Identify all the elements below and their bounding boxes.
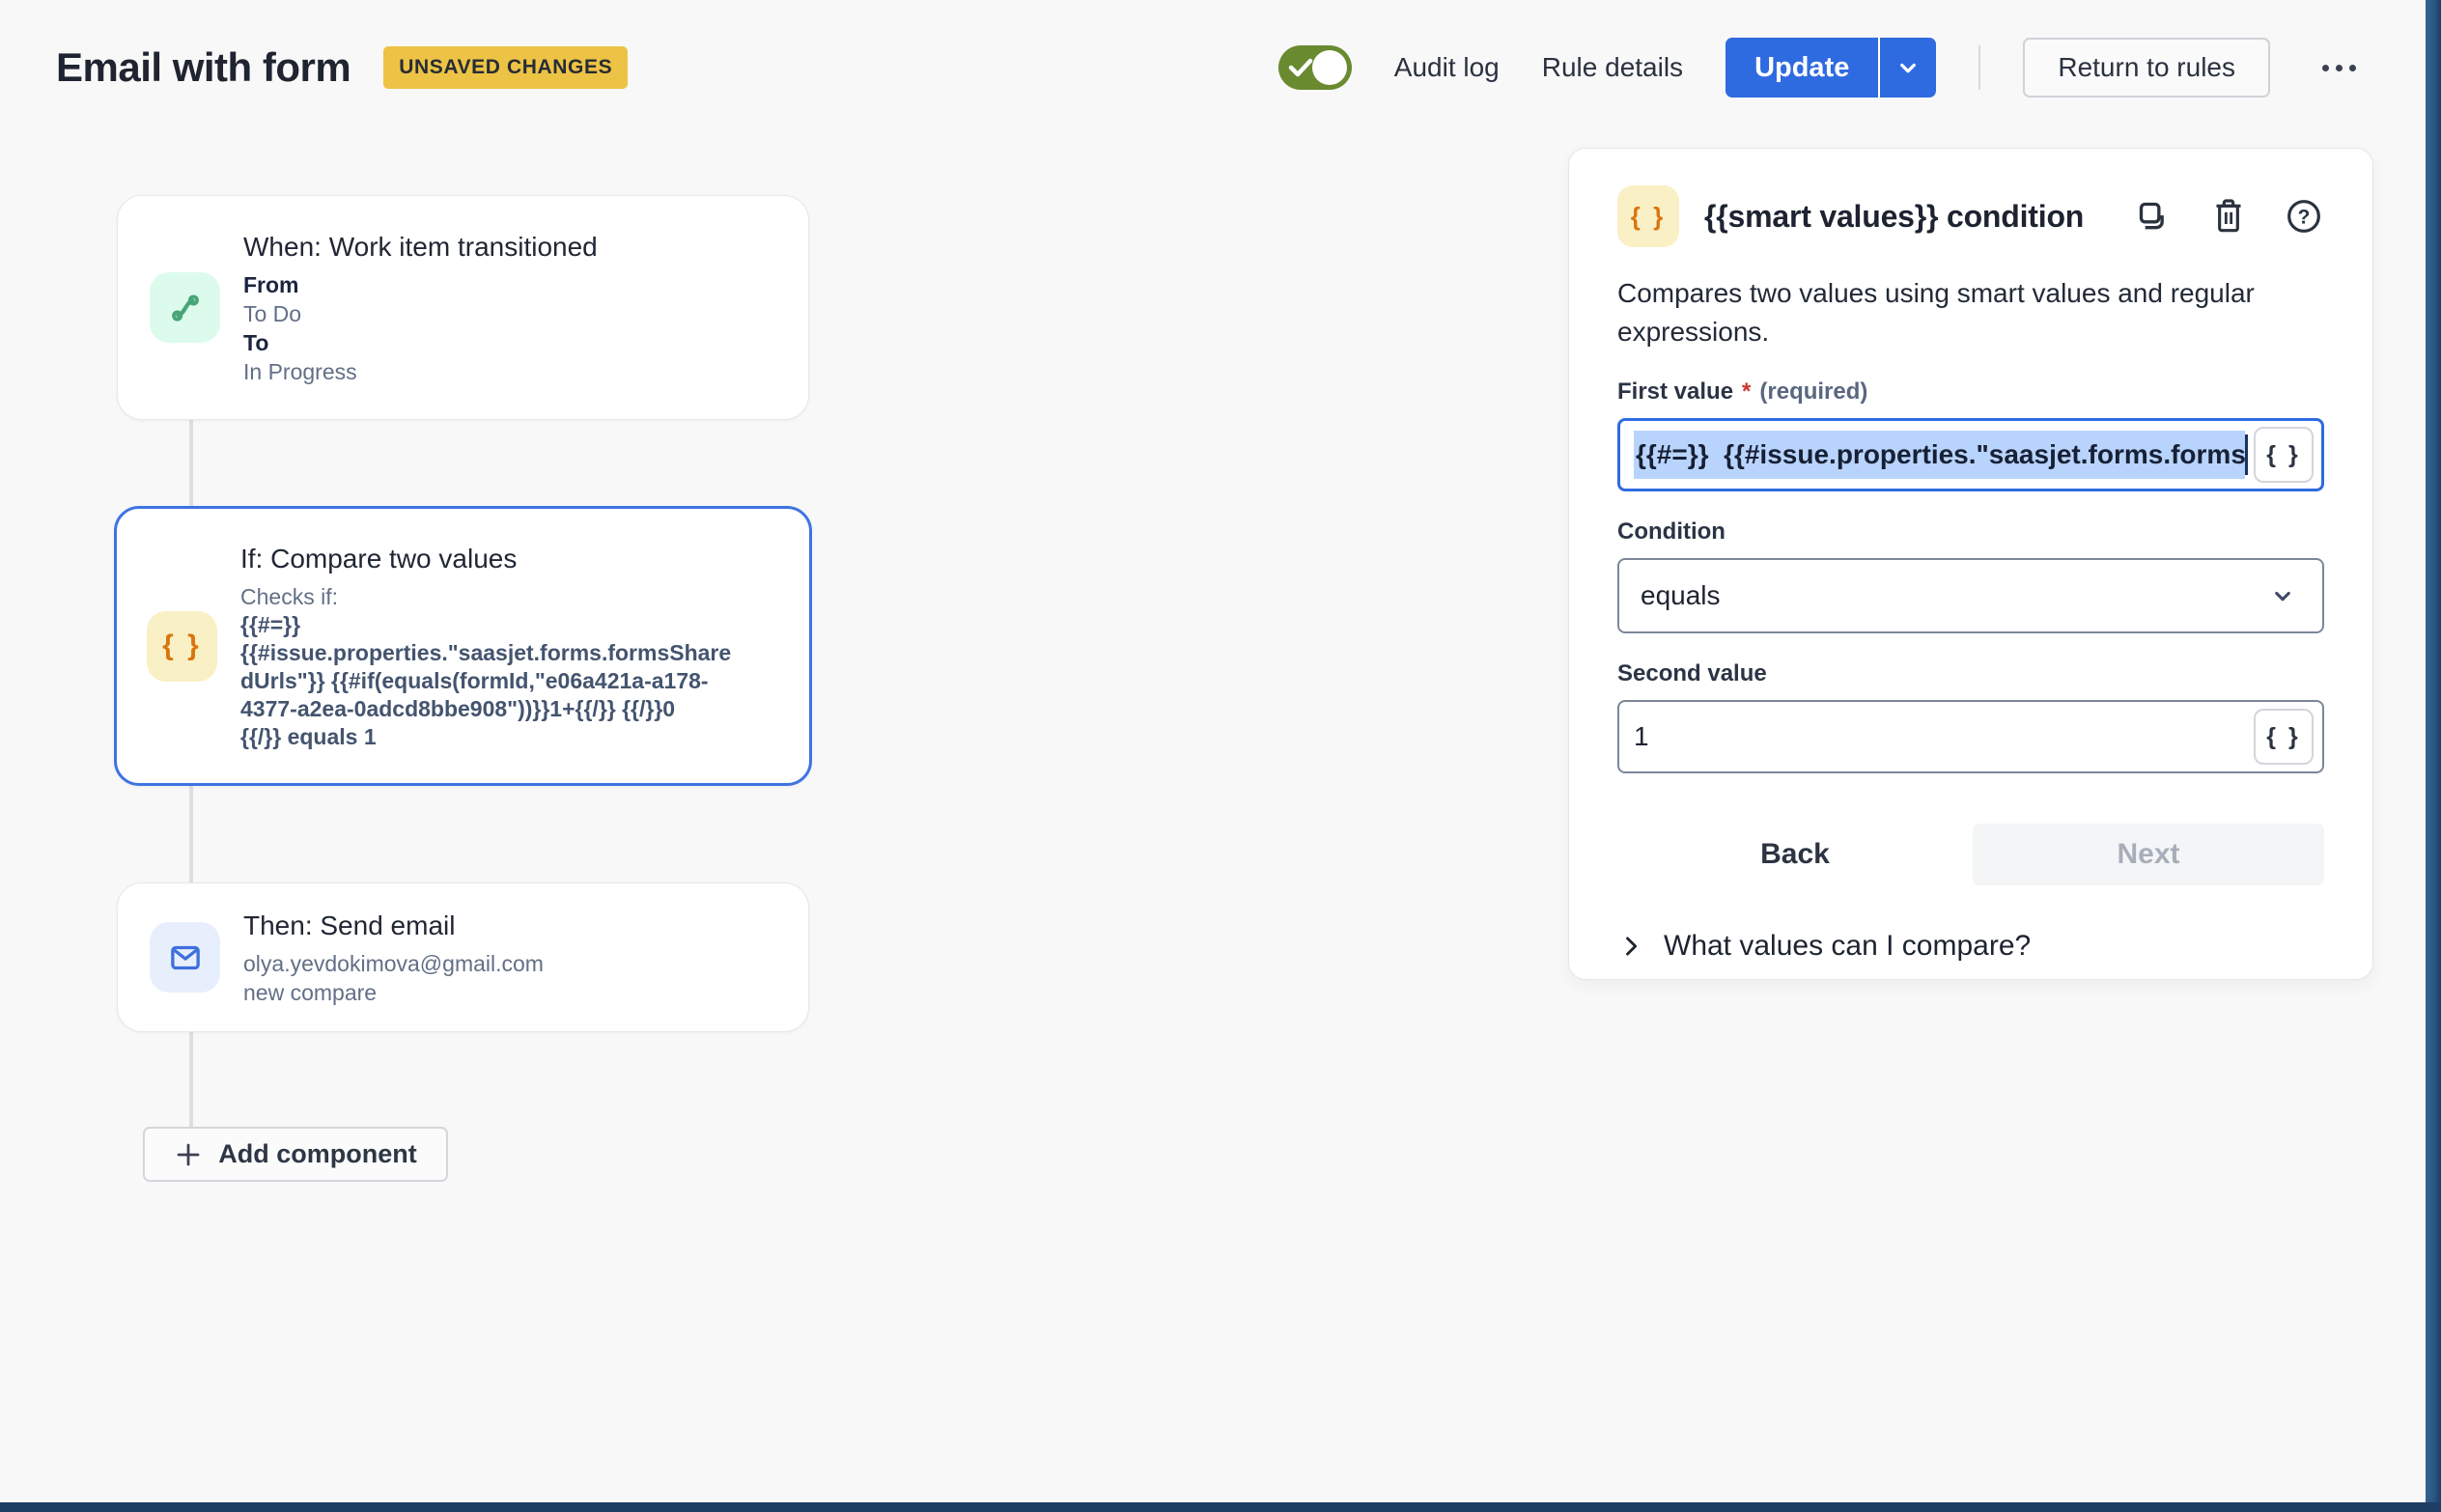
duplicate-button[interactable]	[2133, 196, 2174, 237]
back-button[interactable]: Back	[1617, 838, 1973, 871]
plus-icon	[174, 1140, 203, 1169]
dot-icon	[2349, 65, 2356, 71]
header-left: Email with form UNSAVED CHANGES	[56, 44, 628, 91]
chevron-down-icon	[2268, 581, 2297, 610]
dot-icon	[2322, 65, 2329, 71]
audit-log-link[interactable]: Audit log	[1394, 52, 1500, 83]
condition-label-row: Condition	[1617, 518, 2324, 546]
first-value-label: First value	[1617, 378, 1733, 406]
next-button[interactable]: Next	[1973, 824, 2324, 885]
second-value-input[interactable]: 1 { }	[1617, 700, 2324, 773]
copy-icon	[2134, 197, 2173, 236]
update-dropdown-button[interactable]	[1880, 38, 1936, 98]
condition-label: Condition	[1617, 518, 1726, 546]
required-asterisk: *	[1742, 378, 1751, 406]
smart-values-icon-box: { }	[147, 611, 217, 682]
help-button[interactable]: ?	[2284, 196, 2324, 237]
condition-card-title: If: Compare two values	[240, 542, 731, 576]
rule-enabled-toggle[interactable]	[1278, 45, 1352, 90]
connector-line	[189, 786, 193, 882]
first-value-label-row: First value * (required)	[1617, 378, 2324, 406]
action-card[interactable]: Then: Send email olya.yevdokimova@gmail.…	[117, 882, 809, 1032]
to-label: To	[243, 328, 598, 357]
return-to-rules-button[interactable]: Return to rules	[2023, 38, 2270, 98]
trigger-card-text: When: Work item transitioned From To Do …	[243, 230, 598, 386]
condition-card[interactable]: { } If: Compare two values Checks if: {{…	[114, 506, 812, 786]
toggle-knob	[1312, 50, 1347, 85]
window-edge-bottom	[0, 1502, 2441, 1512]
required-hint: (required)	[1759, 378, 1867, 406]
first-value-input[interactable]: {{#=}} {{#issue.properties."saasjet.form…	[1617, 418, 2324, 491]
from-label: From	[243, 270, 598, 299]
page-title: Email with form	[56, 44, 351, 91]
what-values-link-label: What values can I compare?	[1664, 930, 2031, 963]
condition-expression: {{#=}} {{#issue.properties."saasjet.form…	[240, 611, 731, 751]
condition-card-text: If: Compare two values Checks if: {{#=}}…	[240, 542, 731, 751]
email-recipient: olya.yevdokimova@gmail.com	[243, 949, 544, 978]
panel-actions: ?	[2133, 196, 2324, 237]
unsaved-changes-badge: UNSAVED CHANGES	[383, 46, 628, 89]
chevron-right-icon	[1617, 933, 1644, 960]
smart-value-picker-button[interactable]: { }	[2254, 427, 2314, 483]
trigger-card-title: When: Work item transitioned	[243, 230, 598, 265]
email-icon-box	[150, 922, 220, 993]
more-actions-button[interactable]	[2313, 51, 2366, 85]
panel-header: { } {{smart values}} condition	[1617, 185, 2324, 247]
trash-icon	[2209, 197, 2248, 236]
smart-value-picker-button[interactable]: { }	[2254, 709, 2314, 765]
connector-line	[189, 1032, 193, 1127]
smart-values-icon-box: { }	[1617, 185, 1679, 247]
panel-title: {{smart values}} condition	[1704, 199, 2108, 235]
chevron-down-icon	[1894, 53, 1922, 82]
trigger-card[interactable]: When: Work item transitioned From To Do …	[117, 195, 809, 420]
connector-line	[189, 420, 193, 506]
header-divider	[1978, 45, 1980, 90]
text-caret	[2245, 434, 2248, 475]
braces-icon: { }	[1631, 202, 1666, 232]
braces-icon: { }	[162, 630, 202, 662]
condition-config-panel: { } {{smart values}} condition	[1568, 148, 2373, 980]
panel-description: Compares two values using smart values a…	[1617, 274, 2284, 351]
add-component-label: Add component	[218, 1139, 416, 1169]
update-button[interactable]: Update	[1726, 38, 1878, 98]
second-value-text: 1	[1634, 721, 2254, 752]
condition-selected-value: equals	[1641, 580, 2268, 611]
update-split-button: Update	[1726, 38, 1936, 98]
condition-select[interactable]: equals	[1617, 558, 2324, 633]
automation-rule-editor: Email with form UNSAVED CHANGES Audit lo…	[0, 0, 2441, 1512]
second-value-label-row: Second value	[1617, 660, 2324, 687]
action-card-title: Then: Send email	[243, 909, 544, 943]
delete-button[interactable]	[2208, 196, 2249, 237]
checks-if-label: Checks if:	[240, 582, 731, 611]
rule-details-link[interactable]: Rule details	[1542, 52, 1683, 83]
first-value-text: {{#=}} {{#issue.properties."saasjet.form…	[1634, 431, 2245, 479]
check-icon	[1288, 57, 1313, 78]
header: Email with form UNSAVED CHANGES Audit lo…	[0, 0, 2426, 135]
svg-text:?: ?	[2298, 206, 2311, 228]
to-value: In Progress	[243, 357, 598, 386]
envelope-icon	[165, 938, 206, 978]
from-value: To Do	[243, 299, 598, 328]
dot-icon	[2336, 65, 2343, 71]
email-subject: new compare	[243, 978, 544, 1007]
question-mark-icon: ?	[2285, 197, 2323, 236]
panel-button-row: Back Next	[1617, 824, 2324, 885]
transition-icon-box	[150, 272, 220, 343]
transition-icon	[165, 288, 206, 328]
what-values-link[interactable]: What values can I compare?	[1617, 930, 2324, 963]
second-value-label: Second value	[1617, 660, 1767, 687]
header-controls: Audit log Rule details Update Return to …	[1278, 38, 2366, 98]
action-card-text: Then: Send email olya.yevdokimova@gmail.…	[243, 909, 544, 1007]
window-edge-right	[2426, 0, 2441, 1512]
add-component-button[interactable]: Add component	[143, 1127, 448, 1182]
